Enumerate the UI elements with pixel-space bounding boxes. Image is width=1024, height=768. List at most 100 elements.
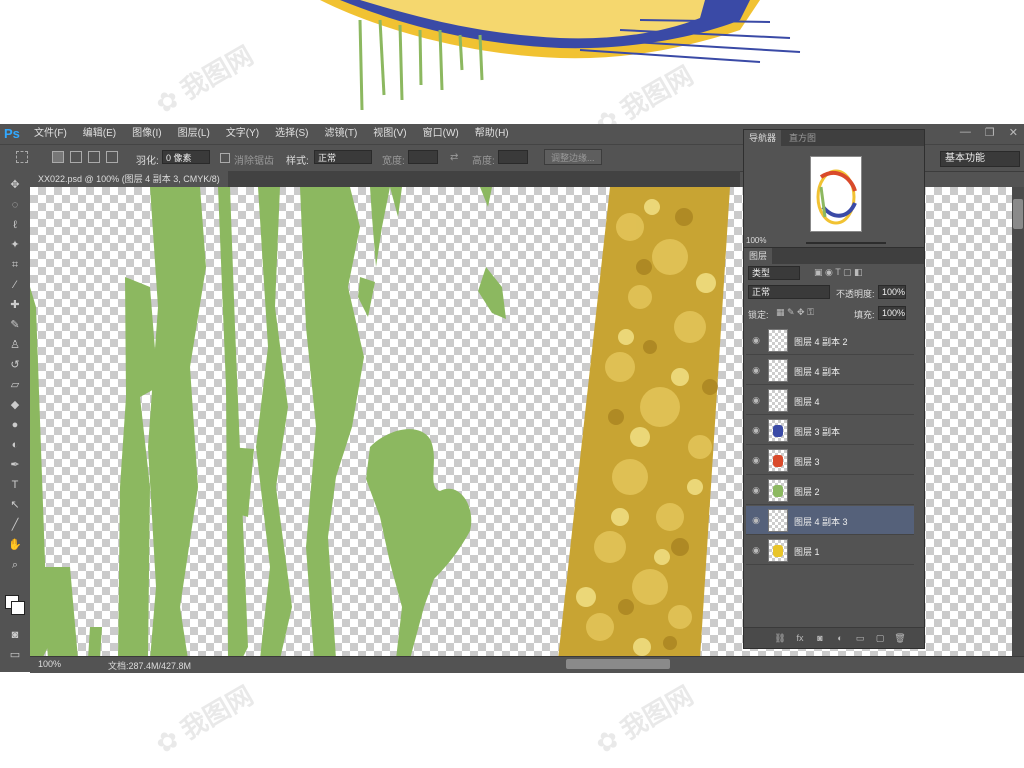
paint-bucket-icon[interactable]: ◆	[7, 397, 23, 413]
zoom-level[interactable]: 100%	[38, 659, 61, 669]
navigator-zoom[interactable]: 100%	[746, 236, 766, 245]
hand-tool-icon[interactable]: ✋	[7, 537, 23, 553]
menu-edit[interactable]: 编辑(E)	[75, 124, 124, 144]
layers-tabs: 图层	[744, 248, 924, 264]
layer-row[interactable]: ◉ 图层 4 副本 2	[746, 326, 914, 355]
lock-icons[interactable]: ▦ ✎ ✥ ⚿	[776, 307, 814, 318]
style-select[interactable]: 正常	[314, 150, 372, 164]
tab-histogram[interactable]: 直方图	[784, 130, 821, 146]
layer-row[interactable]: ◉ 图层 3 副本	[746, 416, 914, 445]
swap-icon[interactable]: ⇄	[450, 152, 458, 163]
visibility-eye-icon[interactable]: ◉	[750, 484, 762, 496]
width-input[interactable]	[408, 150, 438, 164]
navigator-zoom-slider[interactable]	[806, 242, 886, 244]
quick-mask-icon[interactable]: ◙	[7, 627, 23, 643]
crop-tool-icon[interactable]: ⌗	[7, 257, 23, 273]
layer-name: 图层 4 副本	[794, 367, 841, 377]
layer-row[interactable]: ◉ 图层 3	[746, 446, 914, 475]
healing-brush-icon[interactable]: ✚	[7, 297, 23, 313]
layer-name: 图层 3 副本	[794, 427, 841, 437]
zoom-tool-icon[interactable]: ⌕	[7, 557, 23, 573]
layer-row[interactable]: ◉ 图层 4	[746, 386, 914, 415]
visibility-eye-icon[interactable]: ◉	[750, 334, 762, 346]
move-tool-icon[interactable]: ✥	[7, 177, 23, 193]
menu-layer[interactable]: 图层(L)	[170, 124, 218, 144]
type-tool-icon[interactable]: T	[7, 477, 23, 493]
refine-edge-button[interactable]: 调整边缘...	[544, 149, 602, 165]
layer-thumbnail	[768, 359, 788, 382]
artwork-preview-strip	[320, 0, 801, 111]
menu-help[interactable]: 帮助(H)	[467, 124, 517, 144]
new-group-icon[interactable]: ▭	[854, 632, 866, 644]
document-tabs: XX022.psd @ 100% (图层 4 副本 3, CMYK/8)	[30, 171, 740, 187]
layer-filter-select[interactable]: 类型	[748, 266, 800, 280]
layer-row[interactable]: ◉ 图层 2	[746, 476, 914, 505]
minimize-button[interactable]: —	[960, 126, 971, 139]
close-button[interactable]: ✕	[1009, 126, 1018, 139]
path-select-icon[interactable]: ↖	[7, 497, 23, 513]
layer-list: ◉ 图层 4 副本 2 ◉ 图层 4 副本 ◉ 图层 4 ◉ 图层 3 副本 ◉ 图层 3 ◉ 图层 …	[744, 326, 926, 626]
menu-type[interactable]: 文字(Y)	[218, 124, 267, 144]
clone-stamp-icon[interactable]: ♙	[7, 337, 23, 353]
document-tab[interactable]: XX022.psd @ 100% (图层 4 副本 3, CMYK/8)	[30, 171, 228, 187]
delete-layer-icon[interactable]: 🗑	[894, 632, 906, 644]
fx-icon[interactable]: fx	[794, 632, 806, 644]
new-layer-icon[interactable]: ▢	[874, 632, 886, 644]
marquee-tool-icon[interactable]: ◌	[7, 197, 23, 213]
background-color-swatch[interactable]	[11, 601, 25, 615]
navigator-thumbnail[interactable]	[810, 156, 862, 232]
marquee-tool-icon[interactable]	[16, 151, 28, 163]
new-selection-icon[interactable]	[52, 151, 64, 163]
layer-name: 图层 4 副本 3	[794, 517, 848, 527]
history-brush-icon[interactable]: ↺	[7, 357, 23, 373]
layer-row[interactable]: ◉ 图层 1	[746, 536, 914, 565]
screen-mode-icon[interactable]: ▭	[7, 647, 23, 663]
visibility-eye-icon[interactable]: ◉	[750, 424, 762, 436]
menu-image[interactable]: 图像(I)	[124, 124, 169, 144]
antialias-checkbox[interactable]	[220, 153, 230, 163]
tools-panel: ✥ ◌ ℓ ✦ ⌗ ⁄ ✚ ✎ ♙ ↺ ▱ ◆ ● ◐ ✒ T ↖ ╱ ✋ ⌕ …	[0, 171, 31, 672]
visibility-eye-icon[interactable]: ◉	[750, 364, 762, 376]
layer-row[interactable]: ◉ 图层 4 副本 3	[746, 506, 914, 535]
menu-view[interactable]: 视图(V)	[365, 124, 414, 144]
magic-wand-icon[interactable]: ✦	[7, 237, 23, 253]
layer-row[interactable]: ◉ 图层 4 副本	[746, 356, 914, 385]
subtract-selection-icon[interactable]	[88, 151, 100, 163]
visibility-eye-icon[interactable]: ◉	[750, 394, 762, 406]
menu-file[interactable]: 文件(F)	[26, 124, 75, 144]
tab-layers[interactable]: 图层	[744, 248, 773, 264]
line-tool-icon[interactable]: ╱	[7, 517, 23, 533]
workspace-select[interactable]: 基本功能	[940, 151, 1020, 167]
adjustment-layer-icon[interactable]: ◐	[834, 632, 846, 644]
layer-name: 图层 3	[794, 457, 820, 467]
add-mask-icon[interactable]: ◙	[814, 632, 826, 644]
fill-input[interactable]: 100%	[878, 306, 906, 320]
blend-mode-select[interactable]: 正常	[748, 285, 830, 299]
link-layers-icon[interactable]: ⛓	[774, 632, 786, 644]
horizontal-scroll-thumb[interactable]	[566, 659, 670, 669]
menu-filter[interactable]: 滤镜(T)	[317, 124, 366, 144]
feather-input[interactable]: 0 像素	[162, 150, 210, 164]
add-selection-icon[interactable]	[70, 151, 82, 163]
restore-button[interactable]: ❐	[985, 126, 995, 139]
menu-window[interactable]: 窗口(W)	[415, 124, 467, 144]
feather-label: 羽化:	[136, 156, 159, 167]
tab-navigator[interactable]: 导航器	[744, 130, 782, 146]
menu-select[interactable]: 选择(S)	[267, 124, 316, 144]
height-input[interactable]	[498, 150, 528, 164]
pen-tool-icon[interactable]: ✒	[7, 457, 23, 473]
lasso-tool-icon[interactable]: ℓ	[7, 217, 23, 233]
visibility-eye-icon[interactable]: ◉	[750, 514, 762, 526]
eyedropper-icon[interactable]: ⁄	[7, 277, 23, 293]
opacity-input[interactable]: 100%	[878, 285, 906, 299]
blur-tool-icon[interactable]: ●	[7, 417, 23, 433]
intersect-selection-icon[interactable]	[106, 151, 118, 163]
eraser-tool-icon[interactable]: ▱	[7, 377, 23, 393]
visibility-eye-icon[interactable]: ◉	[750, 544, 762, 556]
visibility-eye-icon[interactable]: ◉	[750, 454, 762, 466]
dodge-tool-icon[interactable]: ◐	[7, 437, 23, 453]
brush-tool-icon[interactable]: ✎	[7, 317, 23, 333]
filter-icons[interactable]: ▣ ◉ T ▢ ◧	[814, 267, 863, 278]
vertical-scrollbar[interactable]	[1012, 187, 1024, 656]
vertical-scroll-thumb[interactable]	[1013, 199, 1023, 229]
